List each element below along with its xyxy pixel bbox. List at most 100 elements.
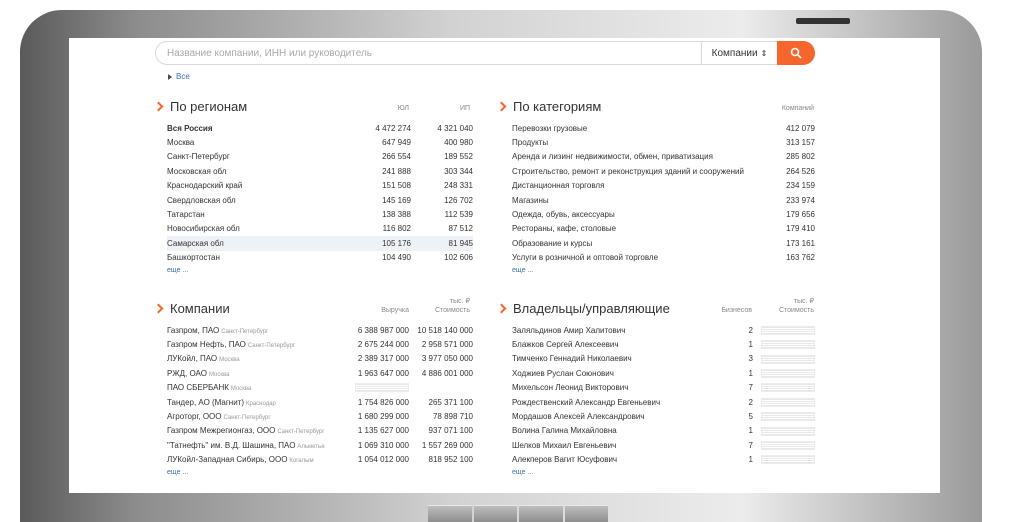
table-row[interactable]: ПАО СБЕРБАНК Москва <box>167 381 473 395</box>
search-input[interactable] <box>156 42 701 64</box>
company-name[interactable]: Агроторг, ООО <box>167 412 222 421</box>
regions-title[interactable]: По регионам <box>155 98 475 114</box>
region-name[interactable]: Московская обл <box>167 167 349 176</box>
table-row[interactable]: Мордашов Алексей Александрович 5 <box>512 409 815 423</box>
category-name[interactable]: Образование и курсы <box>512 239 755 248</box>
table-row[interactable]: Москва 647 949 400 980 <box>167 135 473 149</box>
table-row[interactable]: Алекперов Вагит Юсуфович 1 <box>512 453 815 467</box>
table-row[interactable]: Шелков Михаил Евгеньевич 7 <box>512 438 815 452</box>
dock-button[interactable] <box>428 505 472 522</box>
owner-name[interactable]: Михельсон Леонид Викторович <box>512 383 733 392</box>
company-name[interactable]: ЛУКойл, ПАО <box>167 354 217 363</box>
category-name[interactable]: Одежда, обувь, аксессуары <box>512 210 755 219</box>
search-button[interactable] <box>777 41 815 65</box>
search-scope-select[interactable]: Компании ⇕ <box>701 42 777 64</box>
table-row[interactable]: Дистанционная торговля 234 159 <box>512 179 815 193</box>
table-row[interactable]: Газпром Межрегионгаз, ООО Санкт-Петербург… <box>167 424 473 438</box>
dock-button[interactable] <box>564 505 608 522</box>
region-name[interactable]: Краснодарский край <box>167 181 349 190</box>
owner-name[interactable]: Блажков Сергей Алексеевич <box>512 340 733 349</box>
categories-more-link[interactable]: еще ... <box>512 267 815 277</box>
table-row[interactable]: Волина Галина Михайловна 1 <box>512 424 815 438</box>
category-name[interactable]: Рестораны, кафе, столовые <box>512 224 755 233</box>
table-row[interactable]: Образование и курсы 173 161 <box>512 236 815 250</box>
regions-more-link[interactable]: еще ... <box>167 267 473 277</box>
table-row[interactable]: Вся Россия 4 472 274 4 321 040 <box>167 121 473 135</box>
owner-business-count: 1 <box>748 426 753 436</box>
table-row[interactable]: Агроторг, ООО Санкт-Петербург 1 680 299 00… <box>167 409 473 423</box>
region-yl-count: 145 169 <box>382 195 411 205</box>
table-row[interactable]: Услуги в розничной и оптовой торговле 163… <box>512 251 815 265</box>
region-name[interactable]: Вся Россия <box>167 124 349 133</box>
category-name[interactable]: Дистанционная торговля <box>512 181 755 190</box>
region-yl-count: 241 888 <box>382 166 411 176</box>
company-name[interactable]: РЖД, ОАО <box>167 369 207 378</box>
company-name[interactable]: Тандер, АО (Магнит) <box>167 398 244 407</box>
table-row[interactable]: Рестораны, кафе, столовые 179 410 <box>512 222 815 236</box>
chevron-right-icon <box>155 101 164 111</box>
owner-name[interactable]: Рождественский Александр Евгеньевич <box>512 398 733 407</box>
dock-button[interactable] <box>519 505 563 522</box>
region-name[interactable]: Свердловская обл <box>167 196 349 205</box>
dock-button[interactable] <box>473 505 517 522</box>
table-row[interactable]: ЛУКойл, ПАО Москва 2 389 317 000 3 977 050 … <box>167 352 473 366</box>
company-name[interactable]: Газпром Нефть, ПАО <box>167 340 246 349</box>
owner-value-hidden <box>753 455 815 465</box>
hidden-value-placeholder <box>761 441 815 451</box>
company-name[interactable]: ЛУКойл-Западная Сибирь, ООО <box>167 455 287 464</box>
owner-name[interactable]: Тимченко Геннадий Николаевич <box>512 354 733 363</box>
company-name[interactable]: ПАО СБЕРБАНК <box>167 383 229 392</box>
table-row[interactable]: Тандер, АО (Магнит) Краснодар 1 754 826 00… <box>167 395 473 409</box>
table-row[interactable]: Ходжиев Руслан Союнович 1 <box>512 366 815 380</box>
table-row[interactable]: Санкт-Петербург 266 554 189 552 <box>167 150 473 164</box>
table-row[interactable]: Тимченко Геннадий Николаевич 3 <box>512 352 815 366</box>
category-name[interactable]: Продукты <box>512 138 755 147</box>
region-name[interactable]: Башкортостан <box>167 253 349 262</box>
table-row[interactable]: "Татнефть" им. В.Д. Шашина, ПАОАльметьев… <box>167 438 473 452</box>
hidden-value-placeholder <box>355 383 409 393</box>
table-row[interactable]: Аренда и лизинг недвижимости, обмен, при… <box>512 150 815 164</box>
breadcrumb-all-link[interactable]: Все <box>176 72 190 81</box>
region-name[interactable]: Татарстан <box>167 210 349 219</box>
table-row[interactable]: Строительство, ремонт и реконструкция зд… <box>512 164 815 178</box>
table-row[interactable]: Блажков Сергей Алексеевич 1 <box>512 337 815 351</box>
owner-name[interactable]: Мордашов Алексей Александрович <box>512 412 733 421</box>
table-row[interactable]: Газпром, ПАО Санкт-Петербург 6 388 987 000… <box>167 323 473 337</box>
region-name[interactable]: Самарская обл <box>167 239 349 248</box>
table-row[interactable]: Самарская обл 105 176 81 945 <box>167 236 473 251</box>
table-row[interactable]: Одежда, обувь, аксессуары 179 656 <box>512 207 815 221</box>
owner-name[interactable]: Волина Галина Михайловна <box>512 426 733 435</box>
category-name[interactable]: Перевозки грузовые <box>512 124 755 133</box>
table-row[interactable]: Михельсон Леонид Викторович 7 <box>512 381 815 395</box>
table-row[interactable]: Краснодарский край 151 508 248 331 <box>167 179 473 193</box>
table-row[interactable]: Магазины 233 974 <box>512 193 815 207</box>
companies-more-link[interactable]: еще ... <box>167 469 473 479</box>
table-row[interactable]: Газпром Нефть, ПАО Санкт-Петербург 2 675 2… <box>167 337 473 351</box>
category-name[interactable]: Строительство, ремонт и реконструкция зд… <box>512 167 755 176</box>
table-row[interactable]: Новосибирская обл 116 802 87 512 <box>167 222 473 236</box>
table-row[interactable]: Башкортостан 104 490 102 606 <box>167 251 473 265</box>
owner-name[interactable]: Заляльдинов Амир Халитович <box>512 326 733 335</box>
category-name[interactable]: Аренда и лизинг недвижимости, обмен, при… <box>512 152 755 161</box>
owners-more-link[interactable]: еще ... <box>512 469 815 479</box>
region-name[interactable]: Новосибирская обл <box>167 224 349 233</box>
owner-name[interactable]: Алекперов Вагит Юсуфович <box>512 455 733 464</box>
company-name[interactable]: "Татнефть" им. В.Д. Шашина, ПАО <box>167 441 295 450</box>
owner-name[interactable]: Ходжиев Руслан Союнович <box>512 369 733 378</box>
region-name[interactable]: Санкт-Петербург <box>167 152 349 161</box>
table-row[interactable]: Заляльдинов Амир Халитович 2 <box>512 323 815 337</box>
owner-name[interactable]: Шелков Михаил Евгеньевич <box>512 441 733 450</box>
table-row[interactable]: Рождественский Александр Евгеньевич 2 <box>512 395 815 409</box>
table-row[interactable]: Татарстан 138 388 112 539 <box>167 207 473 221</box>
table-row[interactable]: Московская обл 241 888 303 344 <box>167 164 473 178</box>
table-row[interactable]: Свердловская обл 145 169 126 702 <box>167 193 473 207</box>
region-name[interactable]: Москва <box>167 138 349 147</box>
table-row[interactable]: РЖД, ОАО Москва 1 963 647 000 4 886 001 000 <box>167 366 473 380</box>
table-row[interactable]: Перевозки грузовые 412 079 <box>512 121 815 135</box>
category-name[interactable]: Магазины <box>512 196 755 205</box>
table-row[interactable]: Продукты 313 157 <box>512 135 815 149</box>
company-name[interactable]: Газпром, ПАО <box>167 326 219 335</box>
table-row[interactable]: ЛУКойл-Западная Сибирь, ООО Когалым 1 054 … <box>167 453 473 467</box>
category-name[interactable]: Услуги в розничной и оптовой торговле <box>512 253 755 262</box>
company-name[interactable]: Газпром Межрегионгаз, ООО <box>167 426 275 435</box>
